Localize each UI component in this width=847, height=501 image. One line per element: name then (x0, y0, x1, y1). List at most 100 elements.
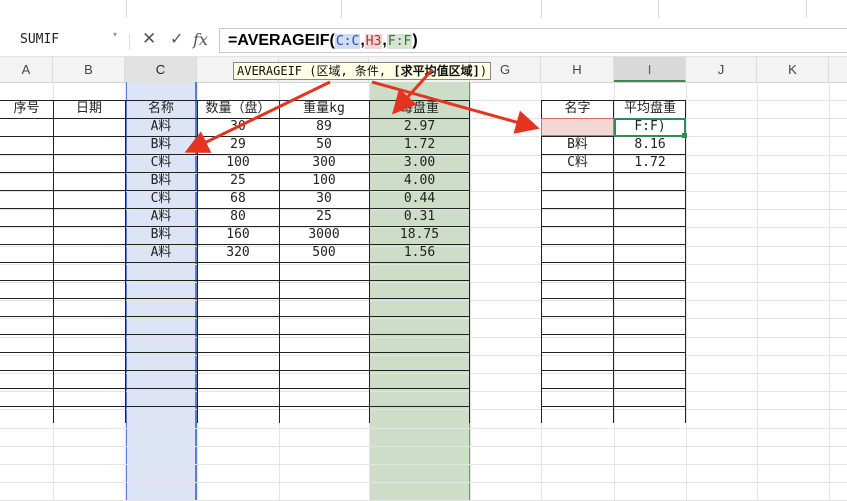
formula-suffix: ) (412, 32, 418, 49)
column-header-a[interactable]: A (0, 57, 53, 82)
grid-row-line (0, 445, 847, 447)
table2-avg-cell[interactable]: 8.16 (614, 136, 686, 154)
table2-name-cell[interactable]: B料 (541, 136, 614, 154)
table1-name-cell[interactable]: C料 (125, 154, 197, 172)
grid-row-line (0, 391, 847, 393)
formula-input[interactable]: =AVERAGEIF(C:C,H3,F:F) (219, 28, 847, 53)
grid-column-line (686, 82, 687, 501)
table1-weight-cell[interactable]: 300 (279, 154, 369, 172)
table1-qty-cell[interactable]: 25 (197, 172, 279, 190)
tooltip-prefix: AVERAGEIF (区域, 条件, (237, 64, 394, 78)
table1-weight-cell[interactable]: 100 (279, 172, 369, 190)
tooltip-highlight: [求平均值区域] (393, 64, 480, 78)
column-header-b[interactable]: B (53, 57, 125, 82)
name-box-dropdown-icon[interactable]: ▾ (113, 30, 117, 39)
table1-weight-cell[interactable]: 50 (279, 136, 369, 154)
cancel-icon[interactable]: ✕ (142, 29, 156, 49)
table1-name-cell[interactable]: A料 (125, 118, 197, 136)
table-border (0, 370, 470, 371)
column-header-c[interactable]: C (125, 57, 197, 82)
ribbon-segment (126, 0, 342, 18)
column-header-h[interactable]: H (541, 57, 614, 82)
fill-handle[interactable] (682, 133, 687, 138)
column-header-i[interactable]: I (614, 57, 686, 82)
column-header-k[interactable]: K (757, 57, 829, 82)
table1-header-cell[interactable]: 每盘重 (369, 100, 470, 118)
table1-qty-cell[interactable]: 29 (197, 136, 279, 154)
grid-column-line (470, 82, 471, 501)
grid-row-line (0, 482, 847, 484)
table-border (53, 100, 54, 423)
grid-row-line (0, 282, 847, 283)
table1-qty-cell[interactable]: 100 (197, 154, 279, 172)
table-border (0, 406, 470, 407)
table1-per-cell[interactable]: 1.72 (369, 136, 470, 154)
table1-header-cell[interactable]: 日期 (53, 100, 125, 118)
name-box[interactable]: SUMIF (4, 29, 122, 51)
table2-name-cell[interactable]: C料 (541, 154, 614, 172)
grid-row-line (0, 336, 847, 338)
ribbon-segment (0, 0, 127, 18)
table-border (0, 388, 470, 389)
table1-per-cell[interactable]: 0.44 (369, 190, 470, 208)
table1-per-cell[interactable]: 3.00 (369, 154, 470, 172)
table1-qty-cell[interactable]: 30 (197, 118, 279, 136)
table1-per-cell[interactable]: 18.75 (369, 226, 470, 244)
table1-name-cell[interactable]: B料 (125, 136, 197, 154)
table1-per-cell[interactable]: 1.56 (369, 244, 470, 262)
grid-row-line (0, 409, 847, 411)
table1-weight-cell[interactable]: 3000 (279, 226, 369, 244)
tooltip-suffix: ) (479, 64, 488, 78)
formula-ref-average-range: F:F (386, 34, 413, 49)
ribbon-segment (541, 0, 659, 18)
table1-per-cell[interactable]: 2.97 (369, 118, 470, 136)
formula-ref-range: C:C (334, 34, 361, 49)
table1-header-cell[interactable]: 名称 (125, 100, 197, 118)
table1-weight-cell[interactable]: 500 (279, 244, 369, 262)
table1-per-cell[interactable]: 4.00 (369, 172, 470, 190)
grid-row-line (0, 354, 847, 356)
ribbon-strip (0, 0, 847, 26)
table1-header-cell[interactable]: 重量kg (279, 100, 369, 118)
table1-header-cell[interactable]: 序号 (0, 100, 53, 118)
grid-row-line (0, 318, 847, 320)
formula-bar-divider (129, 34, 130, 50)
confirm-icon[interactable]: ✓ (170, 29, 183, 48)
table1-qty-cell[interactable]: 68 (197, 190, 279, 208)
table1-weight-cell[interactable]: 89 (279, 118, 369, 136)
table1-name-cell[interactable]: A料 (125, 244, 197, 262)
formula-bar: SUMIF ▾ ✕ ✓ fx =AVERAGEIF(C:C,H3,F:F) (0, 26, 847, 57)
table1-header-cell[interactable]: 数量（盘） (197, 100, 279, 118)
table1-weight-cell[interactable]: 30 (279, 190, 369, 208)
table1-name-cell[interactable]: C料 (125, 190, 197, 208)
grid-row-line (0, 464, 847, 465)
grid-row-line (0, 263, 847, 265)
grid-row-line (0, 300, 847, 302)
table1-per-cell[interactable]: 0.31 (369, 208, 470, 226)
table2-header-cell[interactable]: 平均盘重 (614, 100, 686, 118)
table-border (0, 334, 470, 335)
table2-header-cell[interactable]: 名字 (541, 100, 614, 118)
function-tooltip: AVERAGEIF (区域, 条件, [求平均值区域]) (233, 62, 492, 80)
column-header-j[interactable]: J (686, 57, 757, 82)
table1-name-cell[interactable]: A料 (125, 208, 197, 226)
formula-ref-condition: H3 (364, 34, 383, 49)
table1-name-cell[interactable]: B料 (125, 172, 197, 190)
table1-weight-cell[interactable]: 25 (279, 208, 369, 226)
grid-row-line (0, 373, 847, 374)
grid-row-line (0, 427, 847, 429)
table-border (0, 280, 470, 281)
formula-prefix: =AVERAGEIF( (228, 32, 335, 49)
ribbon-segment (658, 0, 807, 18)
table-border (0, 262, 470, 263)
insert-function-icon[interactable]: fx (193, 30, 208, 49)
table1-name-cell[interactable]: B料 (125, 226, 197, 244)
table1-qty-cell[interactable]: 320 (197, 244, 279, 262)
grid-column-line (829, 82, 830, 501)
table2-avg-cell[interactable]: 1.72 (614, 154, 686, 172)
active-cell[interactable] (614, 118, 686, 137)
ribbon-segment (341, 0, 542, 18)
table1-qty-cell[interactable]: 160 (197, 226, 279, 244)
table-border (0, 352, 470, 353)
table1-qty-cell[interactable]: 80 (197, 208, 279, 226)
